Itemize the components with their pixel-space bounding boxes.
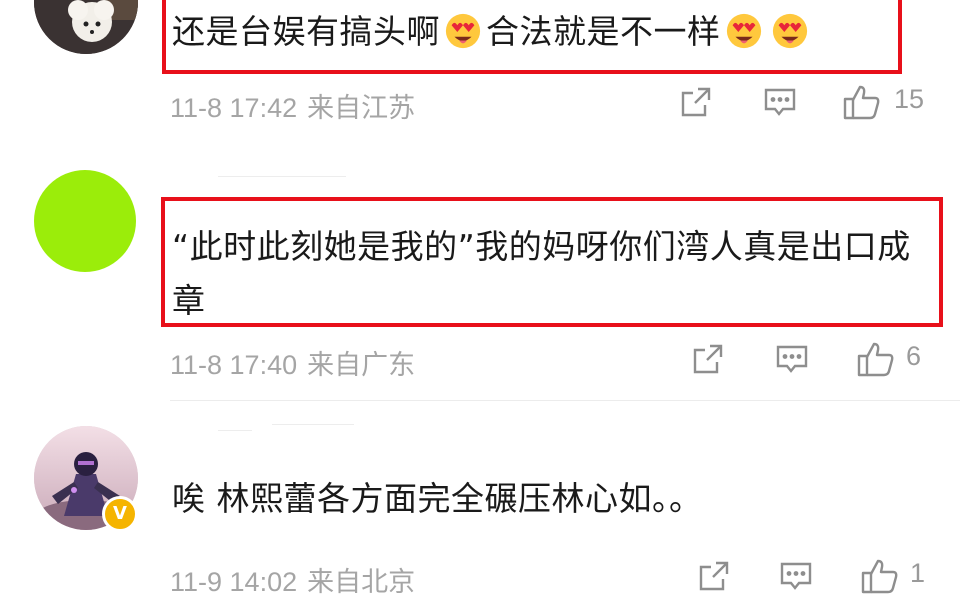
divider [218, 430, 252, 431]
comment-text: 唉 林熙蕾各方面完全碾压林心如。。 [172, 479, 703, 518]
share-icon[interactable] [678, 84, 714, 120]
like-count: 1 [910, 558, 926, 588]
comment-item: V 唉 林熙蕾各方面完全碾压林心如。。 11-9 14:02 来自北京 1 [0, 410, 960, 602]
comment-icon[interactable] [778, 558, 814, 594]
divider [170, 400, 960, 401]
like-count: 15 [894, 84, 925, 114]
divider [272, 424, 354, 425]
heart-eyes-emoji [772, 13, 807, 49]
comment-item: “此时此刻她是我的”我的妈呀你们湾人真是出口成章 11-8 17:40 来自广东 … [0, 168, 960, 408]
comment-actions: 15 [0, 82, 960, 122]
comment-item: 还是台娱有搞头啊 合法就是不一样 11-8 17:42 来自江苏 15 [0, 0, 960, 177]
comment-actions: 6 [0, 339, 960, 379]
share-icon[interactable] [696, 558, 732, 594]
like-count: 6 [906, 341, 922, 371]
like-icon[interactable] [842, 82, 882, 122]
heart-eyes-emoji [445, 13, 481, 49]
like-icon[interactable] [856, 339, 896, 379]
comment-text: “此时此刻她是我的”我的妈呀你们湾人真是出口成章 [172, 227, 911, 320]
share-icon[interactable] [690, 341, 726, 377]
verified-badge: V [102, 496, 138, 532]
avatar[interactable] [34, 0, 138, 54]
comment-actions: 1 [0, 556, 960, 596]
comment-text: 还是台娱有搞头啊 合法就是不一样 [172, 5, 930, 59]
heart-eyes-emoji [726, 13, 761, 49]
avatar[interactable] [34, 170, 136, 272]
comment-icon[interactable] [774, 341, 810, 377]
comment-feed: 还是台娱有搞头啊 合法就是不一样 11-8 17:42 来自江苏 15 “此时此刻她… [0, 0, 960, 602]
comment-icon[interactable] [762, 84, 798, 120]
like-icon[interactable] [860, 556, 900, 596]
